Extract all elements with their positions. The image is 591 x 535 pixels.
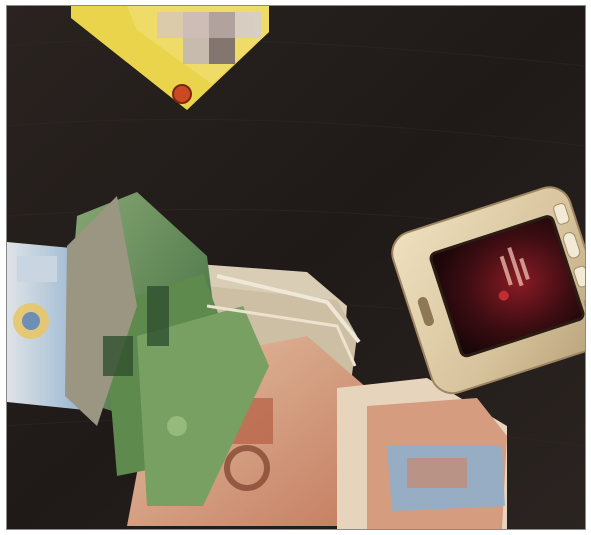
card-badge — [172, 84, 192, 104]
photo-frame — [6, 5, 586, 530]
photo — [7, 6, 585, 529]
